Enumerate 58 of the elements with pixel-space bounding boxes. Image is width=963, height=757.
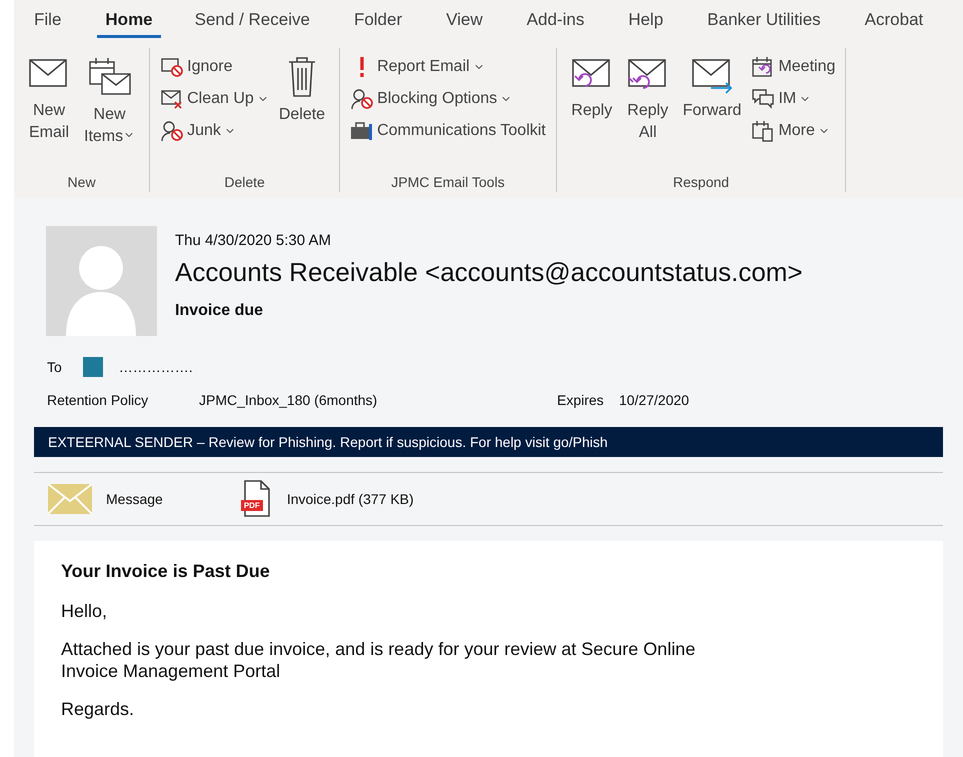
ribbon-button[interactable]: Blocking Options: [350, 86, 546, 112]
retention-value: JPMC_Inbox_180 (6months): [199, 392, 378, 408]
ribbon-button[interactable]: Ignore: [160, 54, 269, 80]
body-paragraph: Attached is your past due invoice, and is ready for your review at Secure Online Invoice Management Portal: [61, 638, 696, 682]
body-heading: Your Invoice is Past Due: [61, 561, 271, 582]
toolkit-icon: [350, 120, 374, 142]
ribbon-tab[interactable]: Help: [620, 4, 672, 38]
calendar-envelope-icon: [88, 56, 132, 98]
avatar-icon: [46, 226, 157, 336]
ribbon-tab[interactable]: Acrobat: [856, 4, 932, 38]
ribbon-button[interactable]: Junk: [160, 118, 269, 144]
expires-value: 10/27/2020: [619, 392, 690, 408]
retention-label: Retention Policy: [47, 392, 150, 408]
warning-banner: EXTEERNAL SENDER – Review for Phishing. Report if suspicious. For help visit go/Phish: [34, 427, 943, 457]
expires-label: Expires: [557, 392, 605, 408]
exclamation-icon: [360, 57, 364, 77]
chat-icon: [751, 88, 776, 110]
message-date: Thu 4/30/2020 5:30 AM: [175, 232, 332, 249]
ribbon-tab[interactable]: Home: [97, 4, 161, 38]
to-label: To: [47, 358, 62, 374]
group-label: New: [66, 174, 97, 192]
ribbon-tab[interactable]: View: [438, 4, 491, 38]
recipient-badge: [82, 356, 103, 376]
ribbon-button[interactable]: Clean Up: [160, 86, 269, 112]
group-label: Delete: [223, 174, 266, 192]
ribbon-button[interactable]: Report Email: [350, 54, 546, 80]
calendar-phone-icon: [751, 120, 776, 142]
ribbon-tab[interactable]: Banker Utilities: [699, 4, 829, 38]
trash-icon: [286, 56, 317, 98]
forward-icon: [691, 56, 734, 94]
sender-name: Accounts Receivable <accounts@accountstatus.com>: [175, 257, 803, 288]
ribbon-tab[interactable]: File: [26, 4, 70, 38]
ribbon-button[interactable]: Forward: [678, 54, 746, 124]
clean-up-icon: [160, 88, 184, 110]
ribbon-tab[interactable]: Send / Receive: [186, 4, 318, 38]
ribbon-button[interactable]: IM: [751, 86, 836, 112]
ribbon-button[interactable]: More: [751, 118, 836, 144]
attachment[interactable]: Message: [48, 484, 163, 514]
junk-icon: [160, 120, 184, 142]
group-label: Respond: [672, 174, 730, 192]
ribbon-button[interactable]: New Email: [24, 54, 74, 146]
ribbon-button[interactable]: Reply All: [622, 54, 673, 146]
envelope-icon: [48, 484, 92, 514]
ribbon-tab[interactable]: Add-ins: [518, 4, 592, 38]
ribbon-tab[interactable]: Folder: [346, 4, 410, 38]
group-label: JPMC Email Tools: [390, 174, 506, 192]
ribbon-button[interactable]: Reply: [566, 54, 617, 124]
attachment[interactable]: PDF Invoice.pdf (377 KB): [240, 480, 414, 518]
ribbon-button[interactable]: Delete: [274, 54, 330, 128]
body-paragraph: Hello,: [61, 600, 108, 622]
ribbon-button[interactable]: New Items: [80, 54, 140, 150]
ribbon-button[interactable]: Communications Toolkit: [350, 118, 546, 144]
ribbon-button[interactable]: Meeting: [751, 54, 836, 80]
message-subject: Invoice due: [175, 302, 264, 320]
blocked-person-icon: [350, 88, 374, 110]
ignore-icon: [160, 56, 184, 78]
body-paragraph: Regards.: [61, 698, 136, 720]
recipient-name: …………….: [118, 358, 193, 374]
